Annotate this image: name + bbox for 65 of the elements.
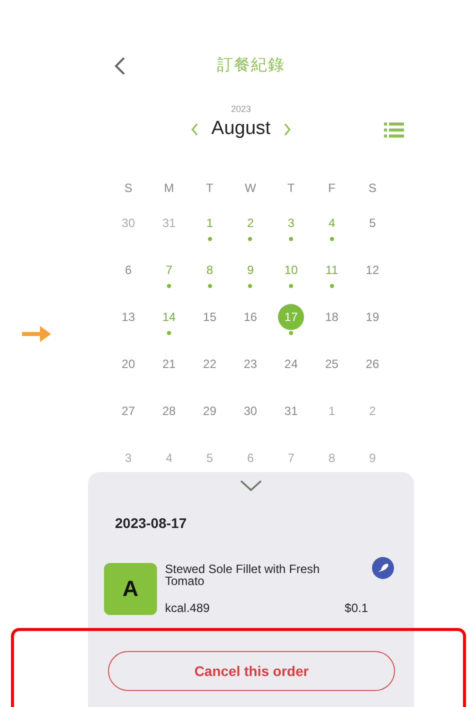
weekday-label: T [205,180,214,197]
calendar-day[interactable]: 30 [115,210,142,236]
calendar-day[interactable]: 7 [278,445,304,471]
calendar-day[interactable]: 24 [278,351,304,377]
calendar-day[interactable]: 19 [359,304,386,330]
calendar-day[interactable]: 6 [237,445,264,471]
fish-icon [372,557,394,579]
calendar-day[interactable]: 1 [318,398,345,424]
calendar-day[interactable]: 15 [196,304,223,330]
page-title: 訂餐紀錄 [217,56,285,76]
calendar-day[interactable]: 5 [196,445,223,471]
calendar-day[interactable]: 30 [237,398,264,424]
back-icon[interactable] [114,56,126,76]
collapse-chevron-icon[interactable] [240,480,262,492]
calendar-day[interactable]: 12 [359,257,386,283]
calendar-day[interactable]: 2 [359,398,386,424]
price-text: $0.1 [344,601,368,615]
calendar-day[interactable]: 23 [237,351,264,377]
calendar-day[interactable]: 31 [278,398,304,424]
calendar-day[interactable]: 13 [115,304,142,330]
calendar-day[interactable]: 2 [237,210,264,236]
weekday-label: M [163,180,176,197]
calendar-day[interactable]: 18 [318,304,345,330]
calendar-day[interactable]: 6 [115,257,142,283]
cancel-order-button[interactable]: Cancel this order [108,651,395,691]
weekday-label: T [286,180,296,197]
calendar-day[interactable]: 5 [359,210,386,236]
calendar-day[interactable]: 27 [115,398,142,424]
calendar-day[interactable]: 14 [156,304,182,330]
year-label: 2023 [230,104,252,114]
calendar-day[interactable]: 1 [196,210,223,236]
calendar-day[interactable]: 17 [278,304,304,330]
calendar-day[interactable]: 11 [318,257,345,283]
weekday-label: S [367,180,378,197]
calendar-day[interactable]: 4 [156,445,182,471]
calendar-day[interactable]: 29 [196,398,223,424]
calendar-day[interactable]: 10 [278,257,304,283]
weekday-label: F [327,180,336,197]
calendar-day[interactable]: 20 [115,351,142,377]
calendar-day[interactable]: 7 [156,257,182,283]
order-date: 2023-08-17 [115,515,188,531]
calendar-day[interactable]: 21 [156,351,182,377]
calendar-day[interactable]: 4 [318,210,345,236]
list-icon[interactable] [384,122,404,138]
calendar-day[interactable]: 8 [318,445,345,471]
calendar-day[interactable]: 8 [196,257,223,283]
weekday-label: S [123,180,134,197]
pointer-arrow-icon [22,325,52,343]
calendar-day[interactable]: 22 [196,351,223,377]
calendar-day[interactable]: 9 [237,257,264,283]
calendar-day[interactable]: 31 [156,210,182,236]
previous-month-icon[interactable] [191,122,200,136]
calendar-day[interactable]: 25 [318,351,345,377]
weekday-label: W [244,180,258,197]
calendar-day[interactable]: 26 [359,351,386,377]
calendar-day[interactable]: 28 [156,398,182,424]
calendar-day[interactable]: 16 [237,304,264,330]
meal-name: Stewed Sole Fillet with Fresh Tomato [165,563,321,587]
next-month-icon[interactable] [282,122,291,136]
calendar-day[interactable]: 9 [359,445,386,471]
calendar-day[interactable]: 3 [115,445,142,471]
calorie-text: kcal.489 [165,601,210,615]
month-label: August [211,118,271,140]
calendar-day[interactable]: 3 [278,210,304,236]
grade-badge: A [104,563,157,615]
